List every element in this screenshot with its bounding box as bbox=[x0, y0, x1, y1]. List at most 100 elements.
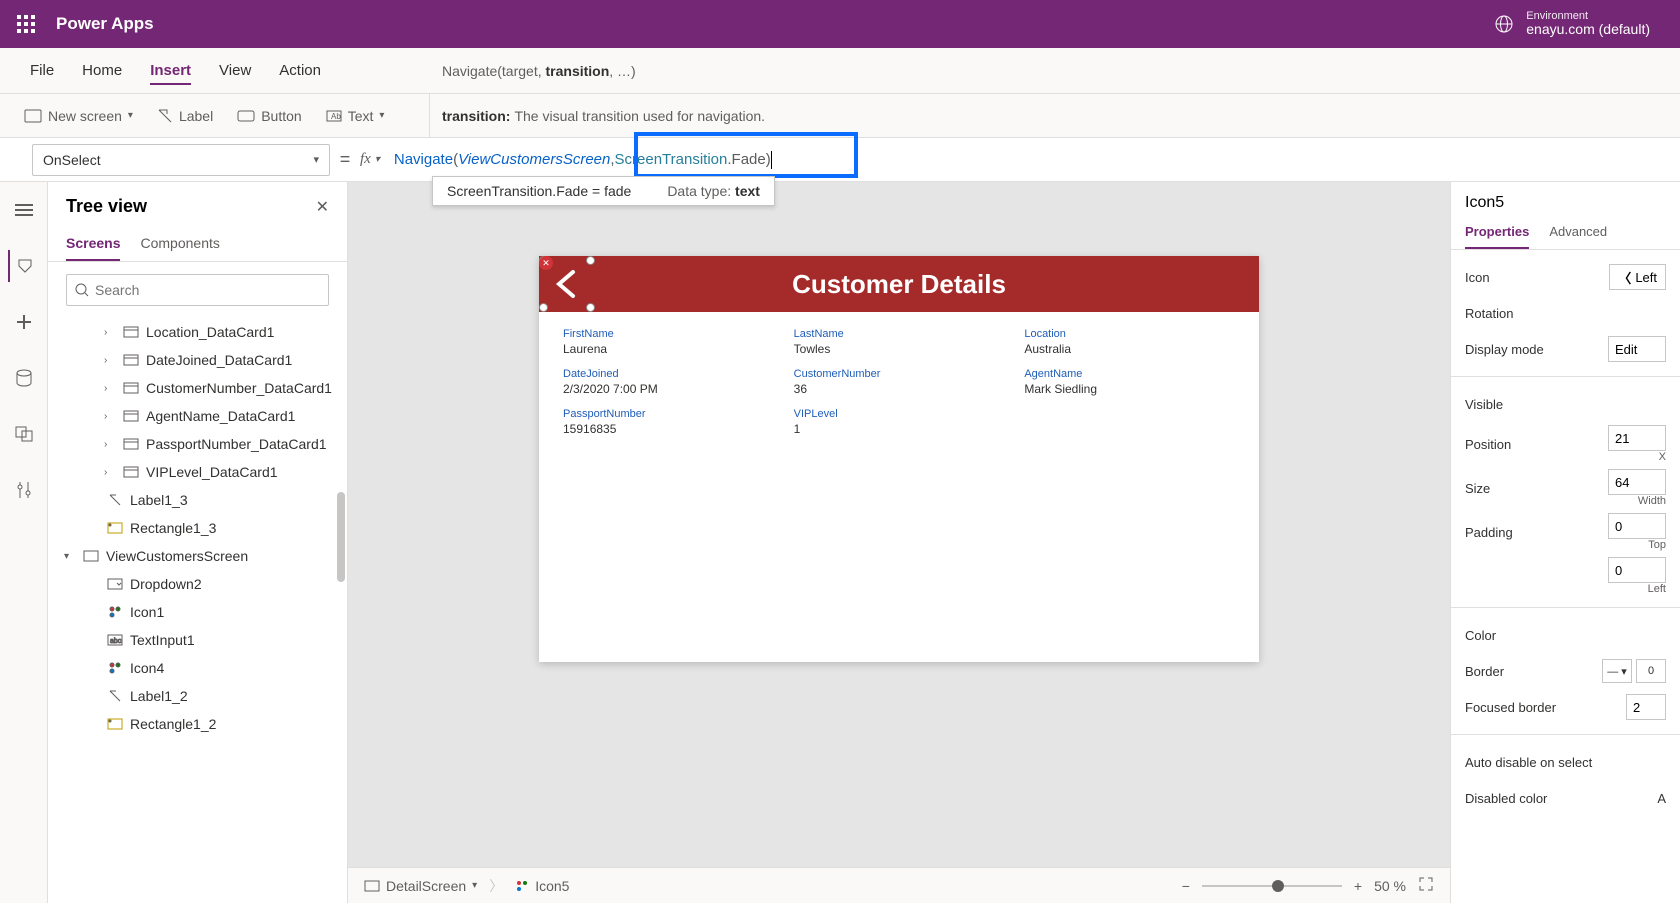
fx-icon[interactable]: fx▾ bbox=[360, 151, 388, 168]
field-label: Location bbox=[1024, 328, 1235, 340]
form-field: VIPLevel1 bbox=[794, 408, 1005, 436]
tree-item-label: Dropdown2 bbox=[130, 576, 202, 592]
menu-action[interactable]: Action bbox=[279, 56, 321, 85]
advanced-tools-icon[interactable] bbox=[8, 474, 40, 506]
fit-screen-icon[interactable] bbox=[1418, 876, 1434, 895]
menu-home[interactable]: Home bbox=[82, 56, 122, 85]
border-style-select[interactable]: — ▾ bbox=[1602, 659, 1632, 683]
zoom-slider[interactable] bbox=[1202, 885, 1342, 887]
formula-input[interactable]: Navigate(ViewCustomersScreen, ScreenTran… bbox=[388, 138, 1680, 181]
environment-selector[interactable]: Environment enayu.com (default) bbox=[1494, 10, 1670, 37]
env-name: enayu.com (default) bbox=[1526, 22, 1650, 37]
tree-item[interactable]: ›AgentName_DataCard1 bbox=[54, 402, 341, 430]
property-selector[interactable]: OnSelect ▾ bbox=[32, 144, 330, 176]
icon-icon bbox=[106, 661, 124, 675]
tab-properties[interactable]: Properties bbox=[1465, 218, 1529, 249]
menu-insert[interactable]: Insert bbox=[150, 56, 191, 85]
zoom-in-button[interactable]: + bbox=[1354, 878, 1362, 894]
button-button[interactable]: Button bbox=[237, 108, 301, 124]
tree-item[interactable]: Rectangle1_3 bbox=[54, 514, 341, 542]
menu-file[interactable]: File bbox=[30, 56, 54, 85]
form-field: FirstNameLaurena bbox=[563, 328, 774, 356]
close-icon[interactable]: ✕ bbox=[316, 197, 329, 217]
padding-left-input[interactable] bbox=[1608, 557, 1666, 583]
tab-advanced[interactable]: Advanced bbox=[1549, 218, 1607, 249]
tree-item[interactable]: ▾ViewCustomersScreen bbox=[54, 542, 341, 570]
menu-view[interactable]: View bbox=[219, 56, 251, 85]
selected-back-icon[interactable]: ✕ bbox=[545, 262, 589, 306]
add-icon[interactable] bbox=[8, 306, 40, 338]
formula-bar: OnSelect ▾ = fx▾ Navigate(ViewCustomersS… bbox=[0, 138, 1680, 182]
search-input[interactable] bbox=[95, 282, 320, 298]
field-label: LastName bbox=[794, 328, 1005, 340]
text-button[interactable]: Ab Text▾ bbox=[326, 108, 385, 124]
tree-item[interactable]: ›CustomerNumber_DataCard1 bbox=[54, 374, 341, 402]
hamburger-icon[interactable] bbox=[8, 194, 40, 226]
media-icon[interactable] bbox=[8, 418, 40, 450]
field-value: Towles bbox=[794, 342, 1005, 356]
tree-item-label: ViewCustomersScreen bbox=[106, 548, 248, 564]
tree-view-icon[interactable] bbox=[8, 250, 40, 282]
equals-sign: = bbox=[330, 149, 360, 170]
size-width-input[interactable] bbox=[1608, 469, 1666, 495]
tree-item[interactable]: ›DateJoined_DataCard1 bbox=[54, 346, 341, 374]
form-field: LastName Towles bbox=[794, 328, 1005, 356]
tree-item[interactable]: Label1_2 bbox=[54, 682, 341, 710]
tree-item-label: Icon4 bbox=[130, 660, 164, 676]
delete-handle-icon[interactable]: ✕ bbox=[539, 256, 553, 270]
tree-item[interactable]: Icon1 bbox=[54, 598, 341, 626]
app-launcher-icon[interactable] bbox=[10, 8, 42, 40]
left-rail bbox=[0, 182, 48, 903]
tree-item[interactable]: abcTextInput1 bbox=[54, 626, 341, 654]
tab-components[interactable]: Components bbox=[140, 229, 219, 261]
tree-item[interactable]: Label1_3 bbox=[54, 486, 341, 514]
tree-item[interactable]: Icon4 bbox=[54, 654, 341, 682]
autocomplete-popup[interactable]: ScreenTransition.Fade = fade Data type: … bbox=[432, 176, 775, 206]
tree-item-label: DateJoined_DataCard1 bbox=[146, 352, 292, 368]
prop-rotation-label: Rotation bbox=[1465, 306, 1513, 321]
tree-item[interactable]: Dropdown2 bbox=[54, 570, 341, 598]
tab-screens[interactable]: Screens bbox=[66, 229, 120, 261]
tree-item-label: Icon1 bbox=[130, 604, 164, 620]
card-icon bbox=[122, 325, 140, 339]
field-value: Laurena bbox=[563, 342, 774, 356]
focused-border-input[interactable] bbox=[1626, 694, 1666, 720]
zoom-out-button[interactable]: − bbox=[1182, 878, 1190, 894]
form-field: PassportNumber15916835 bbox=[563, 408, 774, 436]
tree-item[interactable]: ›Location_DataCard1 bbox=[54, 318, 341, 346]
label-button[interactable]: Label bbox=[157, 108, 213, 124]
tree-search[interactable] bbox=[66, 274, 329, 306]
globe-icon bbox=[1494, 14, 1514, 34]
button-icon bbox=[237, 110, 255, 122]
tree-item-label: AgentName_DataCard1 bbox=[146, 408, 295, 424]
form-grid: FirstNameLaurenaLastNameTowlesLocationAu… bbox=[539, 312, 1259, 452]
screen-icon bbox=[364, 880, 380, 892]
title-bar: Power Apps Environment enayu.com (defaul… bbox=[0, 0, 1680, 48]
tree-item[interactable]: ›VIPLevel_DataCard1 bbox=[54, 458, 341, 486]
app-header-title: Customer Details bbox=[792, 269, 1006, 300]
tree-item[interactable]: ›PassportNumber_DataCard1 bbox=[54, 430, 341, 458]
tree-item-label: TextInput1 bbox=[130, 632, 195, 648]
prop-icon-label: Icon bbox=[1465, 270, 1490, 285]
breadcrumb-control[interactable]: Icon5 bbox=[515, 878, 569, 894]
position-x-input[interactable] bbox=[1608, 425, 1666, 451]
breadcrumb-screen[interactable]: DetailScreen ▾ bbox=[364, 878, 477, 894]
card-icon bbox=[122, 381, 140, 395]
chevron-icon: › bbox=[104, 467, 116, 478]
env-label: Environment bbox=[1526, 10, 1650, 22]
prop-display-mode-label: Display mode bbox=[1465, 342, 1544, 357]
chevron-down-icon: ▾ bbox=[313, 153, 319, 166]
properties-panel: Icon5 Properties Advanced Icon 〈Left Rot… bbox=[1450, 182, 1680, 903]
new-screen-button[interactable]: New screen▾ bbox=[24, 108, 133, 124]
border-width-input[interactable]: 0 bbox=[1636, 659, 1666, 683]
tree-item[interactable]: Rectangle1_2 bbox=[54, 710, 341, 738]
prop-border-label: Border bbox=[1465, 664, 1504, 679]
padding-top-input[interactable] bbox=[1608, 513, 1666, 539]
app-screen-preview[interactable]: ✕ Customer Details FirstNameLaurena LastN… bbox=[539, 256, 1259, 662]
icon-select[interactable]: 〈Left bbox=[1609, 264, 1666, 290]
ribbon-row: New screen▾ Label Button Ab Text▾ transi… bbox=[0, 94, 1680, 138]
scrollbar-thumb[interactable] bbox=[337, 492, 345, 582]
display-mode-input[interactable] bbox=[1608, 336, 1666, 362]
data-icon[interactable] bbox=[8, 362, 40, 394]
tree-list[interactable]: ›Location_DataCard1›DateJoined_DataCard1… bbox=[48, 318, 347, 903]
